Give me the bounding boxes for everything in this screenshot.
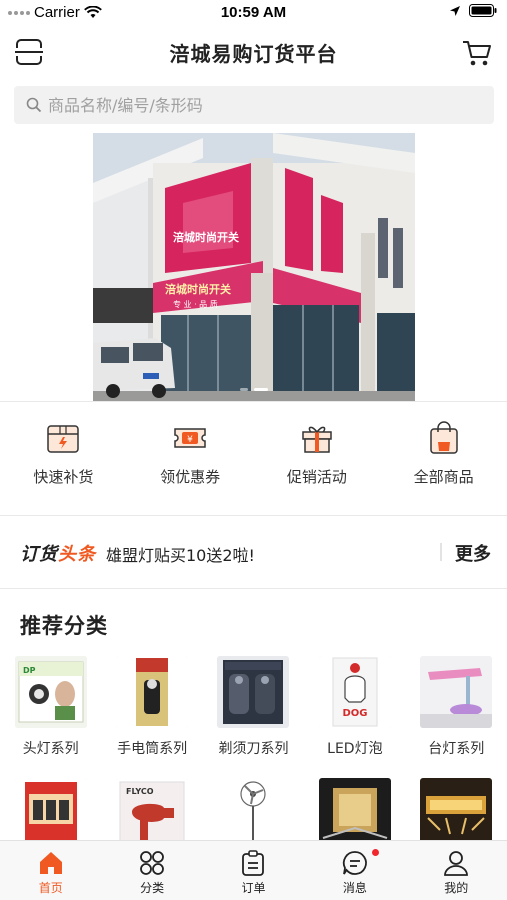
carousel-indicator	[93, 388, 415, 391]
box-icon	[47, 425, 80, 453]
category-icon	[140, 851, 164, 875]
headline-brand: 订货头条	[20, 540, 96, 566]
category-desk-lamp[interactable]: 台灯系列	[406, 656, 507, 758]
banner-sign-mid: 涪城时尚开关	[165, 282, 231, 296]
search-input[interactable]	[48, 95, 468, 115]
svg-text:DOG: DOG	[342, 708, 367, 719]
quick-actions: 快速补货 ¥ 领优惠券 促销活动 全部商品	[0, 420, 507, 500]
coupon-label: 领优惠券	[160, 468, 221, 486]
quick-restock-label: 快速补货	[33, 468, 94, 486]
headline-brand-part1: 订货	[20, 544, 58, 565]
led-bulb-product-image: DOG	[318, 656, 391, 728]
banner-sign-sub: 专 业 · 品 质	[173, 299, 218, 309]
nav-bar: 涪城易购订货平台	[0, 26, 507, 80]
home-icon	[39, 852, 62, 874]
storefront-photo: 涪城时尚开关 涪城时尚开关 专 业 · 品 质	[93, 133, 415, 401]
category-row: DP 头灯系列 手电筒系列 剃须刀系列 DOG LED灯泡 台灯系列	[0, 656, 507, 758]
category-label: LED灯泡	[327, 741, 383, 757]
promotion-label: 促销活动	[286, 468, 347, 486]
tab-category[interactable]: 分类	[101, 841, 202, 900]
status-right	[449, 4, 497, 17]
banner-sign-top: 涪城时尚开关	[173, 230, 239, 244]
svg-text:¥: ¥	[187, 435, 193, 445]
svg-text:DP: DP	[23, 666, 36, 675]
banner-carousel[interactable]: 涪城时尚开关 涪城时尚开关 专 业 · 品 质	[0, 133, 507, 401]
category-label: 头灯系列	[22, 741, 79, 757]
category-shaver[interactable]: 剃须刀系列	[203, 656, 304, 758]
all-products-label: 全部商品	[413, 468, 474, 486]
coupon-icon: ¥	[174, 428, 206, 448]
desk-lamp-product-image	[420, 656, 493, 728]
tab-label: 订单	[241, 881, 266, 895]
all-products-button[interactable]: 全部商品	[380, 420, 507, 500]
profile-icon	[444, 851, 469, 876]
promotion-button[interactable]: 促销活动	[254, 420, 381, 500]
quick-restock-button[interactable]: 快速补货	[0, 420, 127, 500]
category-label: 剃须刀系列	[218, 741, 289, 757]
bag-icon	[429, 421, 458, 454]
category-label: 手电筒系列	[117, 741, 188, 757]
divider	[0, 401, 507, 402]
headline-text[interactable]: 雄盟灯贴买10送2啦!	[106, 542, 255, 566]
svg-text:FLYCO: FLYCO	[126, 787, 154, 796]
status-bar: Carrier 10:59 AM	[0, 0, 507, 26]
headlamp-product-image: DP	[14, 656, 87, 728]
search-icon	[26, 97, 42, 113]
shaver-product-image	[217, 656, 290, 728]
clock: 10:59 AM	[220, 4, 287, 21]
search-bar[interactable]	[14, 86, 494, 124]
tab-home[interactable]: 首页	[0, 841, 101, 900]
category-label: 台灯系列	[428, 741, 485, 757]
tab-order[interactable]: 订单	[203, 841, 304, 900]
coupon-button[interactable]: ¥ 领优惠券	[127, 420, 254, 500]
tab-profile[interactable]: 我的	[406, 841, 507, 900]
message-badge-dot	[372, 849, 379, 856]
tab-label: 消息	[342, 881, 367, 895]
carousel-dot-active	[254, 388, 268, 391]
headline-ticker[interactable]: 订货头条 雄盟灯贴买10送2啦! 更多	[0, 516, 507, 588]
location-icon	[450, 5, 460, 16]
tab-label: 我的	[444, 881, 469, 895]
tab-label: 分类	[140, 881, 165, 895]
divider	[0, 588, 507, 589]
carousel-dot	[240, 388, 248, 391]
tab-bar: 首页 分类 订单 消息 我的	[0, 840, 507, 900]
headline-separator	[440, 543, 442, 561]
category-led-bulb[interactable]: DOG LED灯泡	[304, 656, 405, 758]
tab-message[interactable]: 消息	[304, 841, 405, 900]
headline-brand-part2: 头条	[58, 544, 96, 565]
category-flashlight[interactable]: 手电筒系列	[101, 656, 202, 758]
more-button[interactable]: 更多	[455, 540, 491, 566]
cart-button[interactable]	[461, 38, 493, 68]
flashlight-product-image	[116, 656, 189, 728]
message-icon	[342, 851, 367, 875]
banner-image[interactable]: 涪城时尚开关 涪城时尚开关 专 业 · 品 质	[93, 133, 415, 401]
section-title: 推荐分类	[20, 614, 108, 638]
page-title: 涪城易购订货平台	[169, 42, 338, 66]
order-icon	[242, 850, 265, 876]
category-headlamp[interactable]: DP 头灯系列	[0, 656, 101, 758]
battery-icon	[469, 4, 497, 17]
cart-icon	[463, 41, 491, 66]
gift-icon	[302, 426, 332, 453]
tab-label: 首页	[38, 881, 63, 895]
